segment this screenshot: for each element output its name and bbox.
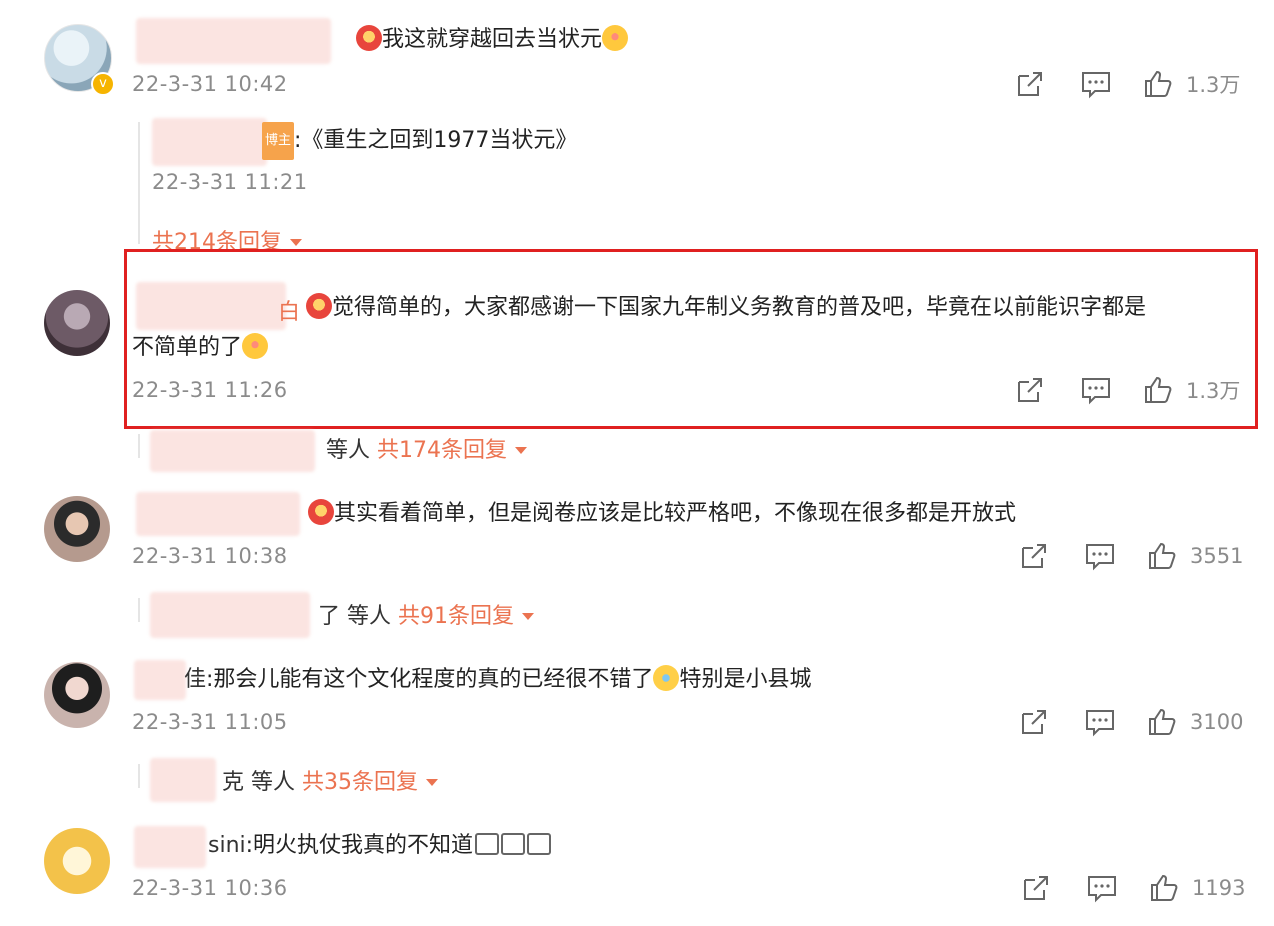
comment-text: 觉得简单的，大家都感谢一下国家九年制义务教育的普及吧，毕竟在以前能识字都是 (306, 290, 1146, 326)
comment-icon (1084, 540, 1116, 572)
like-icon (1148, 872, 1180, 904)
expand-caret-icon (290, 239, 302, 246)
comment-icon (1080, 374, 1112, 406)
comment-button[interactable] (1084, 540, 1116, 572)
comment-text-line2: 不简单的了 (132, 330, 269, 366)
emoji-icon (356, 25, 382, 51)
like-icon (1146, 540, 1178, 572)
comment-button[interactable] (1080, 68, 1112, 100)
avatar[interactable] (44, 290, 110, 356)
like-button[interactable]: 1193 (1148, 872, 1245, 904)
timestamp: 22-3-31 10:42 (132, 72, 288, 96)
redacted-username (134, 660, 186, 700)
like-icon (1142, 68, 1174, 100)
emoji-placeholder-icon (501, 833, 526, 855)
like-count: 1.3万 (1186, 379, 1241, 403)
share-icon (1018, 706, 1050, 738)
comment-button[interactable] (1086, 872, 1118, 904)
emoji-icon (306, 293, 332, 319)
like-icon (1146, 706, 1178, 738)
reply-thread-line (138, 764, 140, 788)
comment-icon (1084, 706, 1116, 738)
comment-text: 佳:那会儿能有这个文化程度的真的已经很不错了 特别是小县城 (184, 665, 812, 692)
like-button[interactable]: 1.3万 (1142, 68, 1240, 100)
view-replies-link[interactable]: 克 等人 共35条回复 (222, 764, 438, 796)
view-replies-link[interactable]: 等人 共174条回复 (326, 432, 528, 464)
comment-text: sini:明火执仗我真的不知道 (208, 828, 552, 864)
share-icon (1018, 540, 1050, 572)
expand-caret-icon (522, 613, 534, 620)
redacted-username (150, 592, 310, 638)
like-button[interactable]: 3100 (1146, 706, 1243, 738)
redacted-username (136, 18, 331, 64)
like-icon (1142, 374, 1174, 406)
timestamp: 22-3-31 10:38 (132, 544, 288, 568)
comment-text: 其实看着简单，但是阅卷应该是比较严格吧，不像现在很多都是开放式 (308, 496, 1016, 532)
reply-thread-line (138, 434, 140, 458)
share-button[interactable] (1014, 374, 1046, 406)
redacted-username (150, 430, 315, 472)
comment-text: 我这就穿越回去当状元 (356, 22, 629, 58)
like-button[interactable]: 3551 (1146, 540, 1243, 572)
emoji-icon (308, 499, 334, 525)
expand-caret-icon (515, 447, 528, 454)
share-icon (1014, 68, 1046, 100)
redacted-username (136, 492, 300, 536)
like-count: 1193 (1192, 876, 1246, 900)
timestamp: 22-3-31 10:36 (132, 876, 288, 900)
reply-thread-line (138, 598, 140, 622)
like-button[interactable]: 1.3万 (1142, 374, 1240, 406)
author-tag: 博主 (262, 122, 295, 160)
comment-button[interactable] (1084, 706, 1116, 738)
emoji-placeholder-icon (527, 833, 552, 855)
emoji-icon (602, 25, 629, 51)
timestamp: 22-3-31 11:26 (132, 378, 288, 402)
emoji-icon (242, 333, 269, 359)
view-replies-link[interactable]: 了 等人 共91条回复 (318, 598, 534, 630)
username-suffix: 白 (278, 300, 301, 325)
redacted-username (150, 758, 216, 802)
like-count: 3100 (1190, 710, 1244, 734)
share-icon (1020, 872, 1052, 904)
comment-icon (1086, 872, 1118, 904)
share-icon (1014, 374, 1046, 406)
redacted-username (134, 826, 206, 868)
comment-button[interactable] (1080, 374, 1112, 406)
timestamp: 22-3-31 11:05 (132, 710, 288, 734)
avatar[interactable] (44, 662, 110, 728)
redacted-username (136, 282, 286, 330)
reply-text: 博主:《重生之回到1977当状元》 (262, 122, 577, 160)
expand-caret-icon (426, 779, 438, 786)
reply-thread-line (138, 122, 140, 244)
verified-badge-icon: v (91, 72, 115, 96)
share-button[interactable] (1014, 68, 1046, 100)
avatar[interactable] (44, 496, 110, 562)
emoji-placeholder-icon (475, 833, 500, 855)
like-count: 1.3万 (1186, 73, 1241, 97)
emoji-icon (653, 665, 680, 691)
timestamp: 22-3-31 11:21 (152, 170, 308, 194)
share-button[interactable] (1018, 706, 1050, 738)
comment-icon (1080, 68, 1112, 100)
share-button[interactable] (1020, 872, 1052, 904)
redacted-username (152, 118, 267, 166)
avatar[interactable] (44, 828, 110, 894)
share-button[interactable] (1018, 540, 1050, 572)
like-count: 3551 (1190, 544, 1244, 568)
